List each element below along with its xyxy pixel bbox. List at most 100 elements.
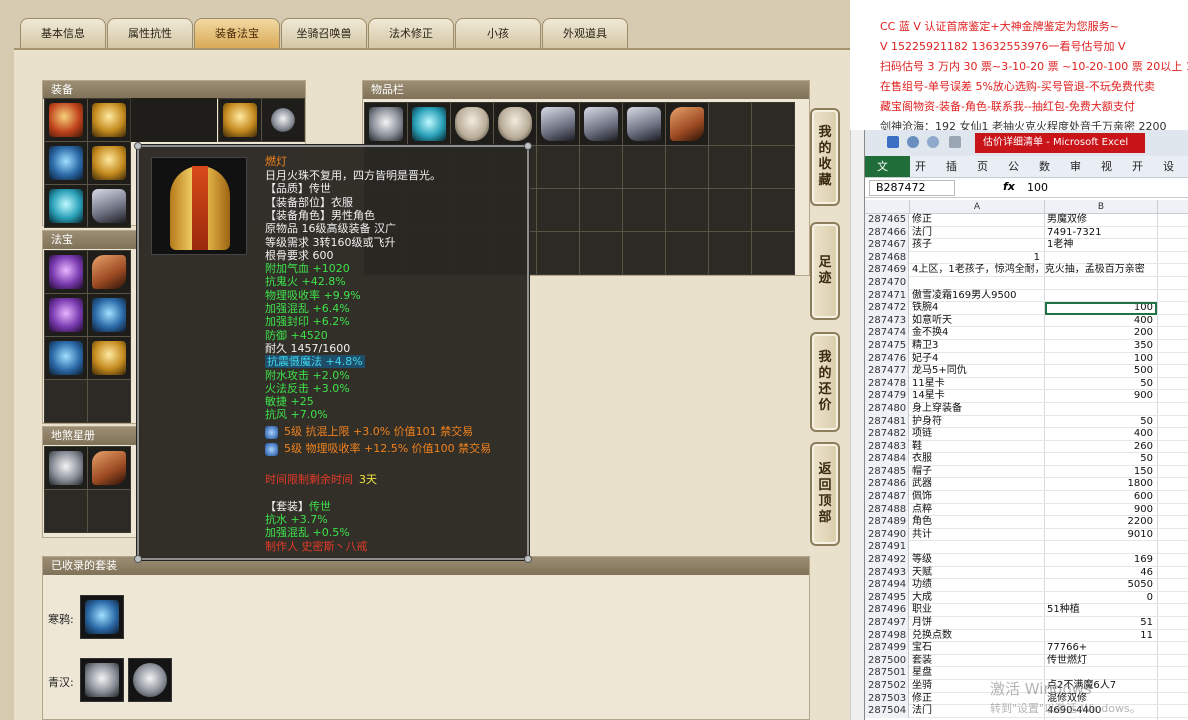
inventory-slot[interactable] xyxy=(408,103,450,145)
cell-a[interactable]: 点粹 xyxy=(910,504,1044,517)
save-icon[interactable] xyxy=(887,136,899,148)
cell-b[interactable]: 男魔双修 xyxy=(1045,214,1157,227)
set-item-slot[interactable] xyxy=(80,595,124,639)
ribbon-tab-5[interactable]: 数据 xyxy=(1034,156,1065,195)
inventory-slot-empty[interactable] xyxy=(752,146,794,188)
cell-a[interactable]: 精卫3 xyxy=(910,340,1044,353)
cell-a[interactable]: 天赋 xyxy=(910,567,1044,580)
customize-icon[interactable] xyxy=(949,136,961,148)
row-number[interactable]: 287481 xyxy=(865,415,909,429)
redo-icon[interactable] xyxy=(927,136,939,148)
row-number[interactable]: 287489 xyxy=(865,516,909,529)
inventory-slot[interactable] xyxy=(580,103,622,145)
cell-a[interactable]: 功绩 xyxy=(910,579,1044,592)
cell-b[interactable]: 9010 xyxy=(1045,529,1157,542)
equip-slot-accessory[interactable] xyxy=(219,99,261,141)
inventory-slot-empty[interactable] xyxy=(709,146,751,188)
row-number[interactable]: 287471 xyxy=(865,289,909,303)
cell-b[interactable]: 11 xyxy=(1045,630,1157,643)
my-bargain-button[interactable]: 我的还价 xyxy=(810,332,840,432)
row-number[interactable]: 287500 xyxy=(865,654,909,668)
set-item-slot[interactable] xyxy=(80,658,124,702)
inventory-slot[interactable] xyxy=(451,103,493,145)
tab-0[interactable]: 基本信息 xyxy=(20,18,106,48)
cell-a[interactable]: 帽子 xyxy=(910,466,1044,479)
row-number[interactable]: 287468 xyxy=(865,251,909,265)
cell-a[interactable]: 衣服 xyxy=(910,453,1044,466)
row-number[interactable]: 287465 xyxy=(865,214,909,227)
cell-a[interactable]: 等级 xyxy=(910,554,1044,567)
cell-a[interactable]: 职业 xyxy=(910,604,1044,617)
ribbon-tab-2[interactable]: 插入 xyxy=(941,156,972,195)
cell-b[interactable]: 100 xyxy=(1045,302,1157,315)
row-number[interactable]: 287491 xyxy=(865,541,909,555)
row-number[interactable]: 287504 xyxy=(865,705,909,718)
inventory-slot-empty[interactable] xyxy=(580,232,622,274)
cell-b[interactable]: 5050 xyxy=(1045,579,1157,592)
inventory-slot-empty[interactable] xyxy=(623,146,665,188)
row-number[interactable]: 287486 xyxy=(865,478,909,492)
row-number[interactable]: 287474 xyxy=(865,327,909,340)
magic-slot[interactable] xyxy=(88,251,130,293)
spirit-slot[interactable] xyxy=(45,447,87,489)
equip-slot-weapon[interactable] xyxy=(45,142,87,184)
row-number[interactable]: 287467 xyxy=(865,239,909,252)
ribbon-tab-8[interactable]: 开发 xyxy=(1127,156,1158,195)
cell-b[interactable]: 169 xyxy=(1045,554,1157,567)
column-header-b[interactable]: B xyxy=(1045,200,1158,214)
cell-a[interactable]: 铁腕4 xyxy=(910,302,1044,315)
tab-6[interactable]: 外观道具 xyxy=(542,18,628,48)
row-number[interactable]: 287470 xyxy=(865,276,909,290)
row-number[interactable]: 287479 xyxy=(865,390,909,403)
inventory-slot-empty[interactable] xyxy=(537,189,579,231)
spirit-slot-empty[interactable] xyxy=(88,490,130,532)
cell-b[interactable]: 7491-7321 xyxy=(1045,227,1157,240)
inventory-slot[interactable] xyxy=(494,103,536,145)
ribbon-tab-4[interactable]: 公式 xyxy=(1003,156,1034,195)
inventory-slot-empty[interactable] xyxy=(666,189,708,231)
ribbon-tab-3[interactable]: 页面 xyxy=(972,156,1003,195)
ribbon-tab-7[interactable]: 视图 xyxy=(1096,156,1127,195)
cell-b[interactable]: 0 xyxy=(1045,592,1157,605)
cell-a[interactable]: 佩饰 xyxy=(910,491,1044,504)
tab-4[interactable]: 法术修正 xyxy=(368,18,454,48)
row-number[interactable]: 287472 xyxy=(865,302,909,315)
row-number[interactable]: 287493 xyxy=(865,566,909,580)
column-header-corner[interactable] xyxy=(865,200,910,214)
row-number[interactable]: 287476 xyxy=(865,352,909,366)
inventory-slot-empty[interactable] xyxy=(623,232,665,274)
set-item-slot[interactable] xyxy=(128,658,172,702)
equip-slot-ornament[interactable] xyxy=(262,99,304,141)
row-number[interactable]: 287487 xyxy=(865,491,909,504)
cell-b[interactable]: 900 xyxy=(1045,504,1157,517)
inventory-slot-empty[interactable] xyxy=(752,232,794,274)
cell-a[interactable]: 法门 xyxy=(910,227,1044,240)
cell-a[interactable]: 套装 xyxy=(910,655,1044,668)
row-number[interactable]: 287466 xyxy=(865,226,909,240)
row-number[interactable]: 287477 xyxy=(865,365,909,378)
inventory-slot-empty[interactable] xyxy=(537,232,579,274)
inventory-slot-empty[interactable] xyxy=(580,189,622,231)
row-number[interactable]: 287492 xyxy=(865,554,909,567)
cell-b[interactable]: 500 xyxy=(1045,365,1157,378)
row-number[interactable]: 287494 xyxy=(865,579,909,592)
cell-a[interactable]: 鞋 xyxy=(910,441,1044,454)
cell-a[interactable]: 14星卡 xyxy=(910,390,1044,403)
inventory-slot-empty[interactable] xyxy=(537,146,579,188)
cell-a[interactable]: 妃子4 xyxy=(910,353,1044,366)
undo-icon[interactable] xyxy=(907,136,919,148)
cell-b[interactable]: 1800 xyxy=(1045,478,1157,491)
cell-a[interactable]: 龙马5+同仇 xyxy=(910,365,1044,378)
inventory-slot[interactable] xyxy=(365,103,407,145)
row-number[interactable]: 287478 xyxy=(865,377,909,391)
cell-b[interactable]: 50 xyxy=(1045,378,1157,391)
cell-a[interactable]: 共计 xyxy=(910,529,1044,542)
cell-a[interactable]: 宝石 xyxy=(910,642,1044,655)
magic-slot[interactable] xyxy=(88,294,130,336)
inventory-slot-empty[interactable] xyxy=(709,103,751,145)
row-number[interactable]: 287480 xyxy=(865,402,909,416)
inventory-slot[interactable] xyxy=(537,103,579,145)
cell-a[interactable]: 如意听天 xyxy=(910,315,1044,328)
cell-b[interactable]: 50 xyxy=(1045,453,1157,466)
inventory-slot-empty[interactable] xyxy=(623,189,665,231)
